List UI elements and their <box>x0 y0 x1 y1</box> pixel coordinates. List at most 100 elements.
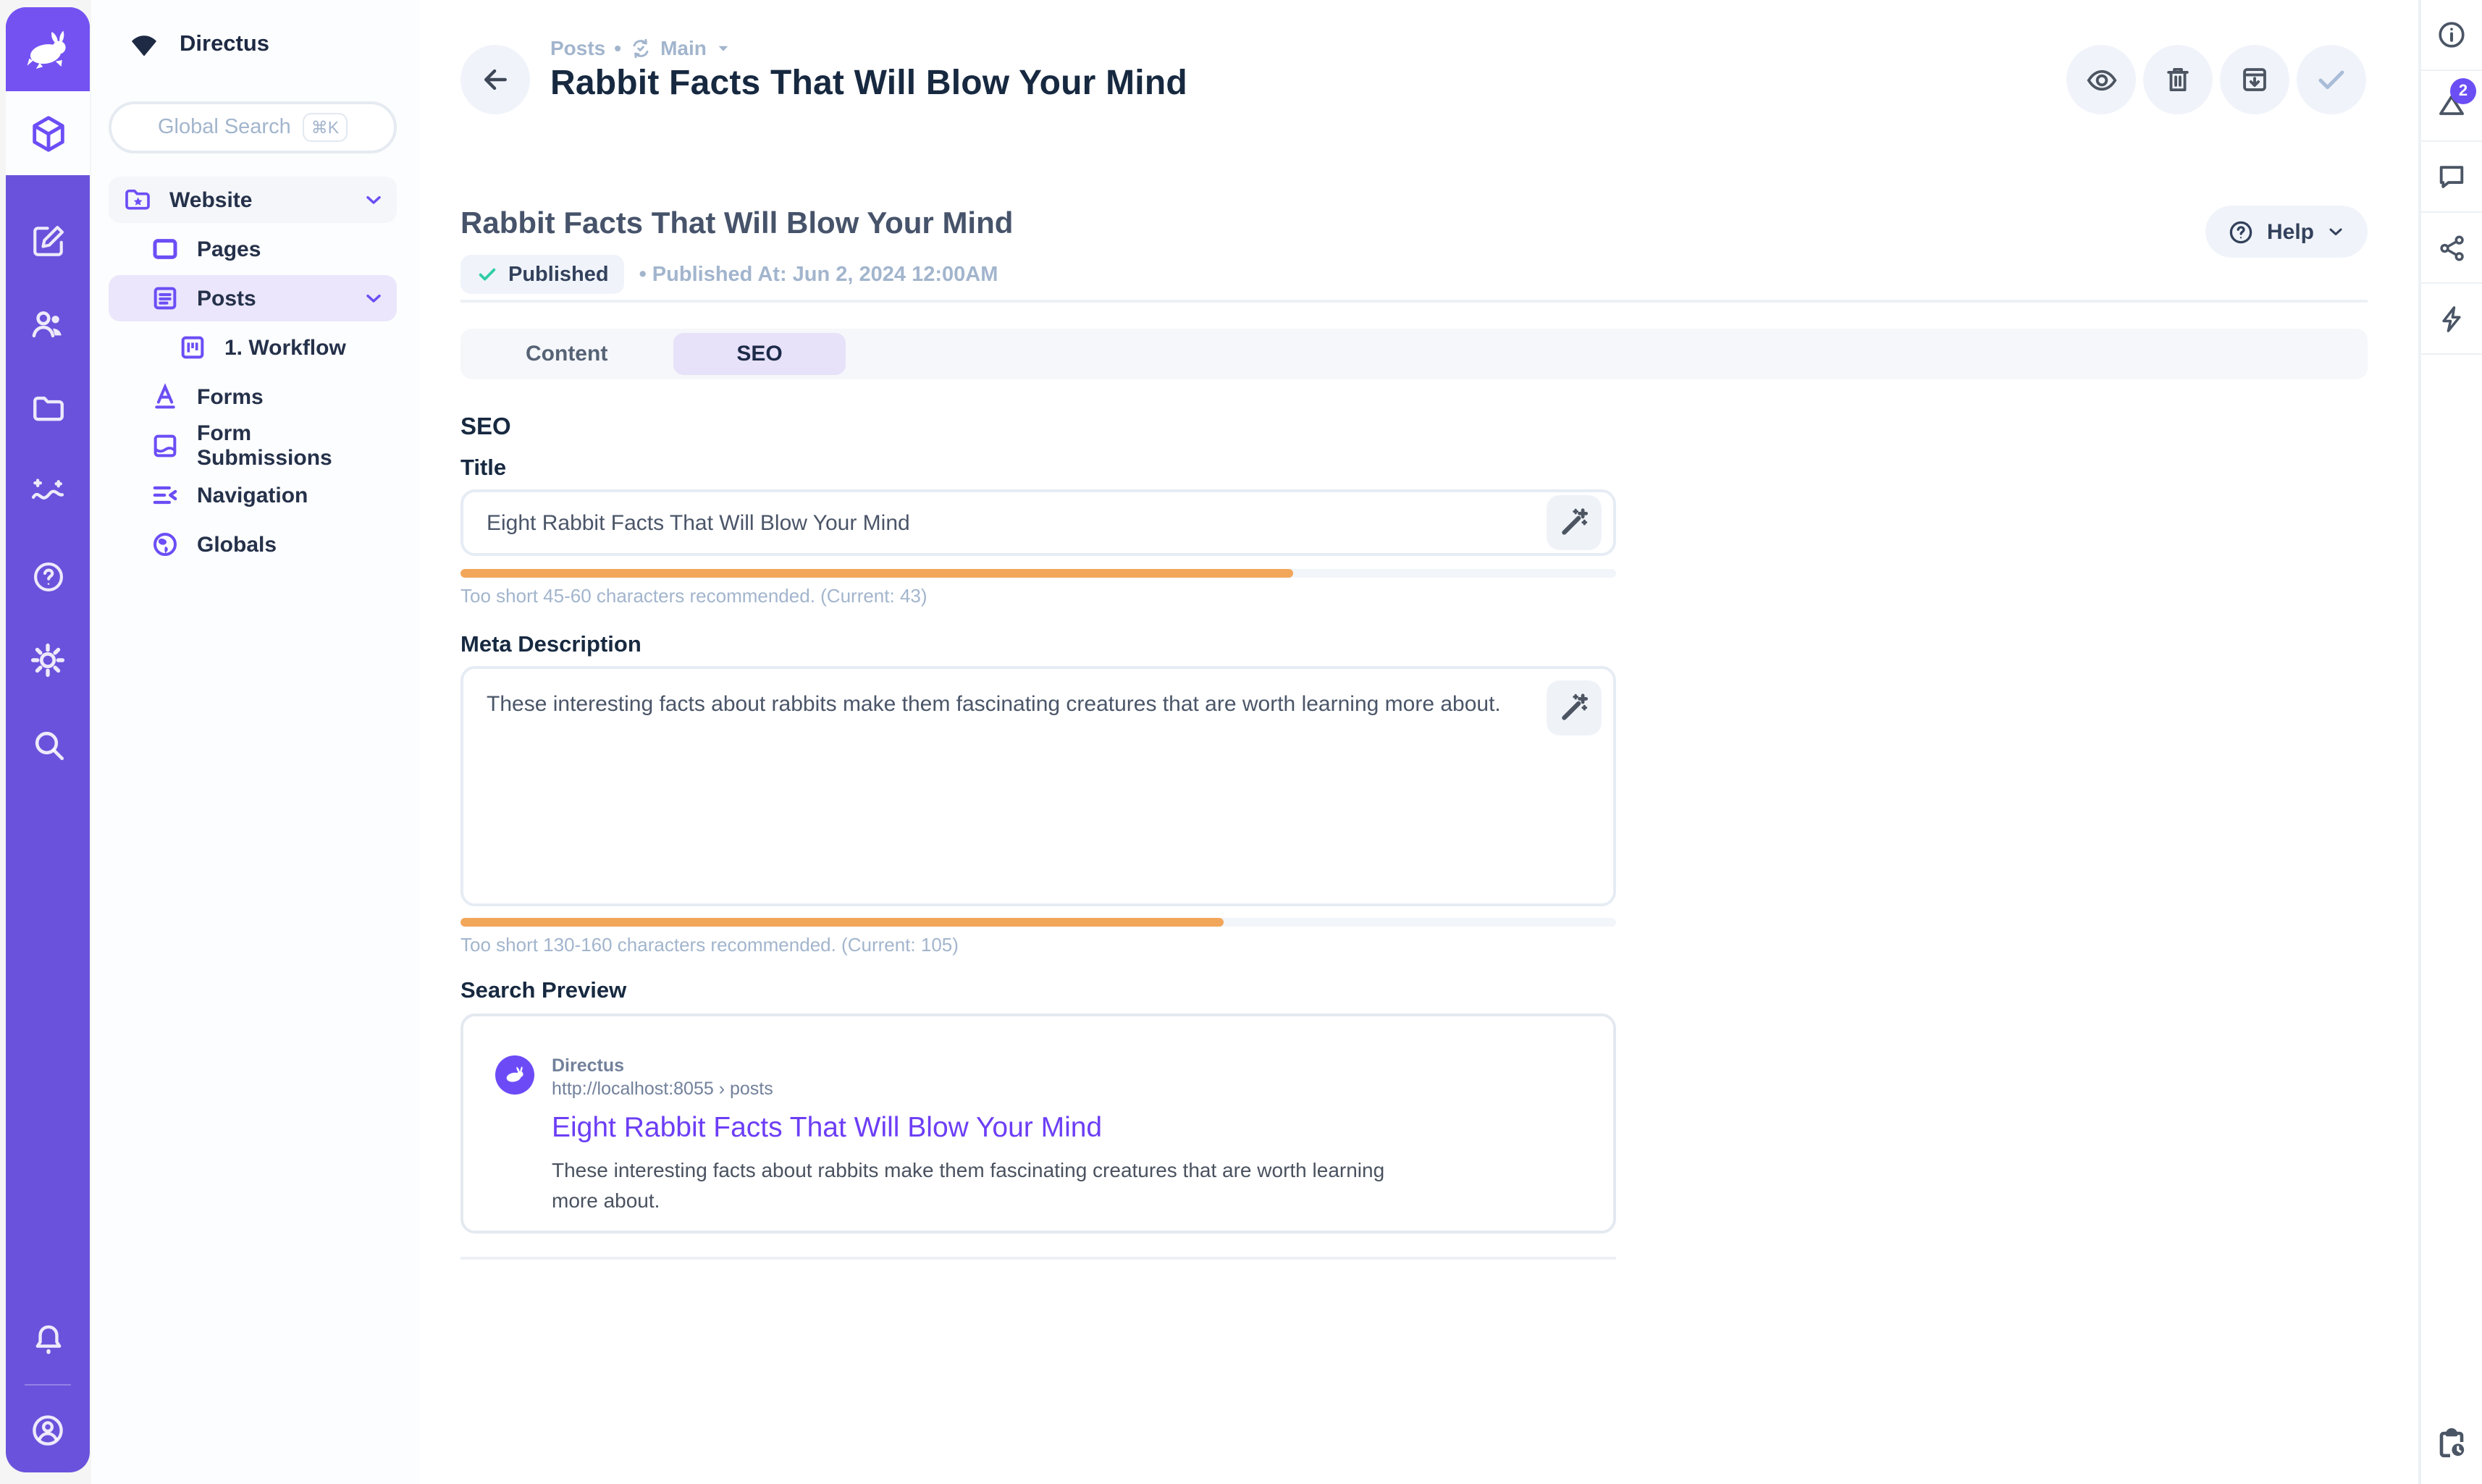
sidebar-item-label: Forms <box>197 384 264 409</box>
search-preview-label: Search Preview <box>460 979 2368 1005</box>
seo-title-value: Eight Rabbit Facts That Will Blow Your M… <box>487 510 1532 535</box>
sidebar-item-workflow[interactable]: 1. Workflow <box>109 324 397 371</box>
global-search-input[interactable]: Global Search ⌘K <box>109 101 397 153</box>
page-header: Posts • Main Rabbit Facts That Will Blow… <box>420 0 2418 159</box>
bell-icon <box>30 1321 66 1357</box>
shares-panel-button[interactable] <box>2421 213 2482 284</box>
module-settings[interactable] <box>7 618 89 702</box>
comments-panel-button[interactable] <box>2421 142 2482 213</box>
bottom-divider <box>460 1257 1616 1260</box>
item-title: Rabbit Facts That Will Blow Your Mind <box>460 207 2368 242</box>
module-users[interactable] <box>7 282 89 366</box>
breadcrumb-separator: • <box>614 36 621 59</box>
delete-button[interactable] <box>2143 45 2213 114</box>
title-helper-text: Too short 45-60 characters recommended. … <box>460 585 2368 607</box>
module-docs[interactable] <box>7 534 89 618</box>
sidebar-item-label: Navigation <box>197 483 308 507</box>
chevron-down-icon <box>2326 222 2346 242</box>
search-shortcut: ⌘K <box>303 113 348 142</box>
arrow-left-icon <box>479 64 511 96</box>
help-label: Help <box>2267 219 2314 244</box>
module-files[interactable] <box>7 366 89 450</box>
search-placeholder: Global Search <box>158 116 291 139</box>
letter-a-icon <box>151 382 180 411</box>
insights-icon <box>29 473 67 511</box>
breadcrumb-version[interactable]: Main <box>660 36 707 59</box>
generate-description-button[interactable] <box>1547 680 1602 735</box>
back-button[interactable] <box>460 45 530 114</box>
sidebar-item-pages[interactable]: Pages <box>109 226 397 272</box>
info-panel-button[interactable] <box>2421 0 2482 71</box>
trash-icon <box>2162 64 2194 96</box>
module-content-active[interactable] <box>6 91 90 175</box>
tab-content[interactable]: Content <box>460 329 673 379</box>
check-icon <box>2314 62 2349 97</box>
sidebar-item-label: Posts <box>197 286 256 311</box>
sidebar-item-globals[interactable]: Globals <box>109 521 397 568</box>
rabbit-logo-icon <box>22 23 74 75</box>
module-rail <box>6 175 90 1472</box>
meta-progress-track <box>460 918 1616 927</box>
module-bar-column <box>6 7 90 1472</box>
user-menu-button[interactable] <box>7 1388 89 1472</box>
help-button[interactable]: Help <box>2206 206 2368 258</box>
tab-seo[interactable]: SEO <box>673 333 846 375</box>
chevron-down-icon <box>362 287 385 310</box>
schedule-panel-button[interactable] <box>2421 1403 2482 1484</box>
folder-icon <box>30 390 66 426</box>
inbox-icon <box>151 431 180 460</box>
preview-description: These interesting facts about rabbits ma… <box>552 1155 1384 1216</box>
flows-panel-button[interactable] <box>2421 284 2482 355</box>
status-row: Published • Published At: Jun 2, 2024 12… <box>460 255 2368 294</box>
sidebar-item-website[interactable]: Website <box>109 177 397 223</box>
notifications-button[interactable] <box>7 1297 89 1381</box>
help-circle-icon <box>2228 218 2255 245</box>
edit-icon <box>30 222 66 258</box>
sidebar-item-label: Form Submissions <box>197 421 385 471</box>
title-progress-fill <box>460 569 1292 578</box>
version-sync-icon <box>630 37 652 59</box>
detail-tabs: Content SEO <box>460 329 2368 379</box>
directus-logo[interactable] <box>6 7 90 91</box>
archive-button[interactable] <box>2220 45 2289 114</box>
meta-progress-fill <box>460 918 1223 927</box>
sidebar-item-navigation[interactable]: Navigation <box>109 472 397 518</box>
sidebar-item-label: Website <box>169 187 253 212</box>
flows-bolt-icon <box>2436 303 2467 334</box>
breadcrumb-collection[interactable]: Posts <box>550 36 605 59</box>
collection-nav: Website Pages Posts <box>109 177 397 568</box>
kanban-icon <box>178 333 207 362</box>
preview-result-link[interactable]: Eight Rabbit Facts That Will Blow Your M… <box>552 1112 1384 1145</box>
meta-description-textarea[interactable]: These interesting facts about rabbits ma… <box>460 666 1616 906</box>
meta-field-label: Meta Description <box>460 633 2368 659</box>
seo-title-input[interactable]: Eight Rabbit Facts That Will Blow Your M… <box>460 489 1616 556</box>
project-name: Directus <box>180 32 269 58</box>
chevron-down-icon <box>362 188 385 211</box>
preview-url: http://localhost:8055 › posts <box>552 1079 1384 1099</box>
project-header[interactable]: Directus <box>91 0 420 90</box>
comment-icon <box>2436 161 2468 193</box>
module-insights[interactable] <box>7 450 89 534</box>
list-arrow-icon <box>151 481 180 510</box>
site-favicon <box>495 1055 534 1095</box>
preview-button[interactable] <box>2066 45 2136 114</box>
revisions-panel-button[interactable]: 2 <box>2421 71 2482 142</box>
meta-description-value: These interesting facts about rabbits ma… <box>487 692 1602 717</box>
module-search[interactable] <box>7 702 89 786</box>
sidebar-item-posts[interactable]: Posts <box>109 275 397 321</box>
sidebar-item-label: Pages <box>197 237 261 261</box>
sidebar-item-forms[interactable]: Forms <box>109 374 397 420</box>
sidebar-item-label: 1. Workflow <box>224 335 346 360</box>
module-editor[interactable] <box>7 198 89 282</box>
archive-box-icon <box>2239 64 2271 96</box>
section-divider <box>460 300 2368 303</box>
help-circle-icon <box>30 558 66 594</box>
content-body: Rabbit Facts That Will Blow Your Mind Pu… <box>420 207 2418 1318</box>
right-sidebar-rail: 2 <box>2418 0 2482 1484</box>
save-button[interactable] <box>2297 45 2366 114</box>
generate-title-button[interactable] <box>1547 495 1602 550</box>
search-preview-card: Directus http://localhost:8055 › posts E… <box>460 1013 1616 1234</box>
eye-icon <box>2085 63 2118 96</box>
box-icon <box>27 112 69 154</box>
sidebar-item-form-submissions[interactable]: Form Submissions <box>109 423 397 469</box>
